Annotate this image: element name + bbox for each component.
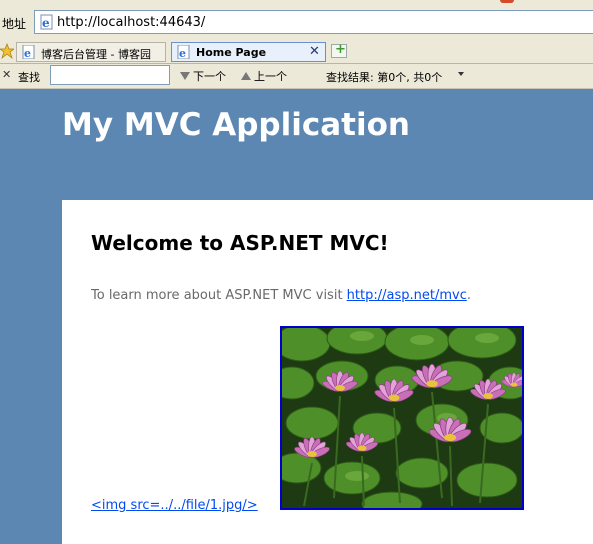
tab-blog-admin[interactable]: e 博客后台管理 - 博客园: [16, 42, 166, 62]
asp-net-mvc-link[interactable]: http://asp.net/mvc: [347, 288, 467, 303]
arrow-up-icon: [241, 72, 251, 80]
dropdown-arrow-icon[interactable]: [458, 72, 464, 76]
water-lily-photo[interactable]: [280, 326, 524, 510]
image-link-text[interactable]: <img src=../../file/1.jpg/>: [91, 498, 258, 513]
find-previous-button[interactable]: 上一个: [241, 68, 287, 84]
intro-prefix: To learn more about ASP.NET MVC visit: [91, 288, 347, 303]
find-next-button[interactable]: 下一个: [180, 68, 226, 84]
tab-bar: e 博客后台管理 - 博客园 e Home Page ✕: [0, 40, 593, 64]
find-previous-label: 上一个: [254, 70, 287, 83]
find-input[interactable]: [50, 65, 170, 85]
web-page: My MVC Application Welcome to ASP.NET MV…: [0, 89, 593, 544]
close-find-icon[interactable]: ✕: [2, 68, 11, 81]
arrow-down-icon: [180, 72, 190, 80]
ie-page-icon: e: [39, 14, 55, 34]
main-content: Welcome to ASP.NET MVC! To learn more ab…: [62, 200, 593, 544]
find-next-label: 下一个: [193, 70, 226, 83]
find-label: 查找: [18, 71, 40, 84]
svg-text:e: e: [24, 47, 31, 59]
page-heading: Welcome to ASP.NET MVC!: [91, 231, 389, 255]
svg-text:e: e: [179, 47, 186, 59]
address-bar: 地址 e http://localhost:44643/: [0, 0, 593, 40]
site-title: My MVC Application: [62, 107, 410, 143]
tab-label: Home Page: [196, 46, 267, 59]
address-url[interactable]: http://localhost:44643/: [57, 15, 205, 30]
find-bar: ✕ 查找 下一个 上一个 查找结果: 第0个, 共0个: [0, 64, 593, 89]
address-label: 地址: [2, 17, 27, 31]
intro-suffix: .: [466, 288, 471, 303]
ie-page-icon: e: [21, 44, 37, 62]
favorites-star-icon[interactable]: [0, 43, 16, 63]
find-results: 查找结果: 第0个, 共0个: [326, 71, 443, 84]
tab-home-page[interactable]: e Home Page ✕: [171, 42, 326, 62]
address-input[interactable]: e http://localhost:44643/: [34, 10, 593, 34]
close-window-icon[interactable]: [500, 0, 514, 3]
svg-text:e: e: [42, 16, 50, 30]
tab-label: 博客后台管理 - 博客园: [41, 48, 151, 61]
ie-page-icon: e: [176, 44, 192, 62]
close-tab-icon[interactable]: ✕: [309, 44, 320, 59]
new-tab-button[interactable]: [331, 42, 347, 58]
intro-text: To learn more about ASP.NET MVC visit ht…: [91, 288, 471, 303]
